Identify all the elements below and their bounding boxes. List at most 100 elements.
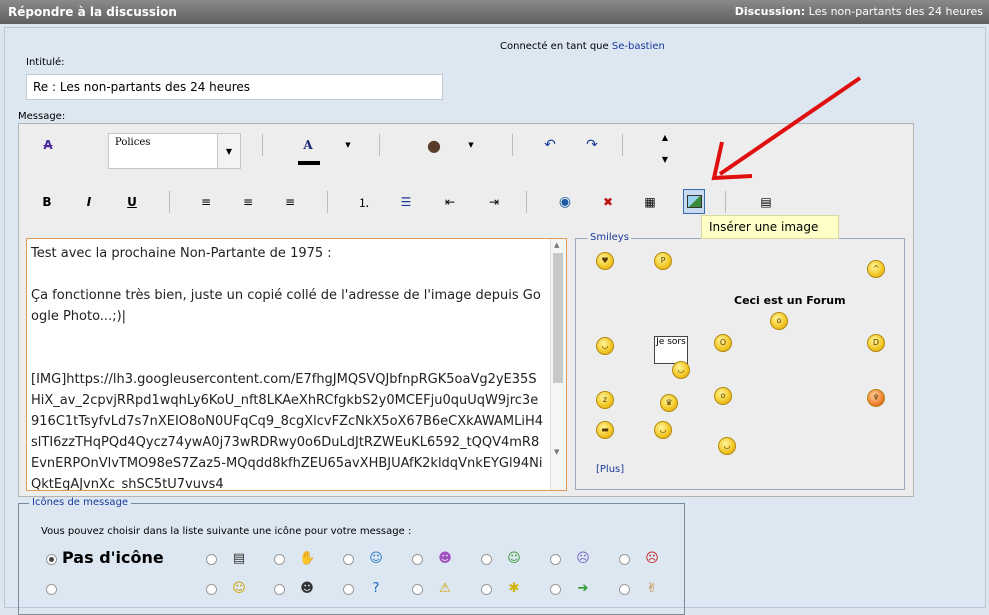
email-link-icon[interactable]: ▦ (639, 191, 661, 213)
scroll-up-icon[interactable]: ▲ (554, 241, 559, 249)
icon-radio[interactable] (481, 584, 492, 595)
align-center-icon[interactable]: ≡ (237, 191, 259, 213)
message-icons-legend: Icônes de message (29, 497, 132, 508)
underline-icon[interactable]: U (121, 191, 143, 213)
page-title: Répondre à la discussion (8, 5, 177, 19)
username-link[interactable]: Se-bastien (612, 41, 665, 52)
cool-smiley-icon[interactable]: ☻ (299, 581, 315, 597)
discussion-info: Discussion: Les non-partants des 24 heur… (735, 5, 983, 18)
discussion-title: Les non-partants des 24 heures (808, 5, 983, 18)
smileys-panel: Smileys ♥ P ^ Ceci est un Forum o ◡ Je s… (575, 232, 905, 490)
message-label: Message: (18, 111, 66, 122)
shock-smiley-icon[interactable]: O (714, 334, 732, 352)
icon-radio[interactable] (619, 584, 630, 595)
smile-smiley-icon[interactable]: ◡ (596, 337, 614, 355)
pipe-smiley-icon[interactable]: ◡ (718, 437, 736, 455)
divider (379, 134, 380, 156)
remove-link-icon[interactable]: ✖ (597, 191, 619, 213)
no-icon-radio[interactable] (46, 554, 57, 565)
divider (622, 134, 623, 156)
angry-smiley-icon[interactable]: ☹ (644, 551, 660, 567)
italic-icon[interactable]: I (78, 191, 100, 213)
warning-icon[interactable]: ⚠ (437, 581, 453, 597)
insert-image-button[interactable] (683, 189, 705, 214)
no-icon-label: Pas d'icône (62, 548, 164, 567)
icon-radio[interactable] (343, 554, 354, 565)
icon-radio[interactable] (481, 554, 492, 565)
icon-radio[interactable] (412, 554, 423, 565)
thumbs-up-icon[interactable]: ✌ (644, 581, 660, 597)
image-icon (686, 195, 702, 208)
love-smiley-icon[interactable]: ♥ (596, 252, 614, 270)
align-right-icon[interactable]: ≡ (279, 191, 301, 213)
lightbulb-icon[interactable]: ✱ (506, 581, 522, 597)
redo-icon[interactable]: ↷ (581, 134, 603, 156)
arrow-right-icon[interactable]: ➔ (575, 581, 591, 597)
blush-smiley-icon[interactable]: o (714, 387, 732, 405)
forum-smiley-text[interactable]: Ceci est un Forum (734, 294, 846, 307)
remove-format-icon[interactable]: A (37, 134, 59, 156)
icon-radio[interactable] (46, 584, 57, 595)
icon-radio[interactable] (206, 584, 217, 595)
smiley-picker-icon[interactable]: ● (423, 134, 445, 156)
sad-smiley-icon[interactable]: ☹ (575, 551, 591, 567)
icon-radio[interactable] (274, 554, 285, 565)
indent-icon[interactable]: ⇥ (483, 191, 505, 213)
font-color-dropdown-icon[interactable]: ▼ (337, 134, 359, 156)
bold-icon[interactable]: B (36, 191, 58, 213)
message-textarea[interactable]: Test avec la prochaine Non-Partante de 1… (26, 238, 567, 491)
question-icon[interactable]: ? (368, 581, 384, 597)
icon-radio[interactable] (619, 554, 630, 565)
wink-smiley-icon[interactable]: ☺ (368, 551, 384, 567)
font-color-swatch (298, 161, 320, 165)
grin-smiley-icon[interactable]: D (867, 334, 885, 352)
resize-up-icon[interactable]: ▲ (654, 130, 676, 144)
sleepy-smiley-icon[interactable]: z (596, 391, 614, 409)
quote-icon[interactable]: ▤ (755, 191, 777, 213)
tongue-smiley-icon[interactable]: P (654, 252, 672, 270)
title-label: Intitulé: (26, 57, 65, 68)
ordered-list-icon[interactable]: ⒈ (353, 191, 375, 213)
thumbs-down-icon[interactable]: ✋ (299, 551, 315, 567)
happy-smiley-icon[interactable]: ◡ (654, 421, 672, 439)
icon-radio[interactable] (343, 584, 354, 595)
divider (169, 191, 170, 213)
icon-radio[interactable] (206, 554, 217, 565)
title-input[interactable]: Re : Les non-partants des 24 heures (26, 74, 443, 100)
undo-icon[interactable]: ↶ (539, 134, 561, 156)
divider (725, 191, 726, 213)
font-select[interactable]: Polices ▼ (108, 133, 241, 169)
align-left-icon[interactable]: ≡ (195, 191, 217, 213)
scroll-down-icon[interactable]: ▼ (554, 448, 559, 456)
icon-radio[interactable] (274, 584, 285, 595)
sunglasses-smiley-icon[interactable]: ▬ (596, 421, 614, 439)
message-icons-instruction: Vous pouvez choisir dans la liste suivan… (41, 526, 412, 537)
divider (512, 134, 513, 156)
devil-smiley-icon[interactable]: ♆ (867, 389, 885, 407)
resize-down-icon[interactable]: ▼ (654, 152, 676, 166)
grin-smiley-icon[interactable]: ☻ (437, 551, 453, 567)
insert-link-icon[interactable]: ◉ (554, 191, 576, 213)
king-smiley-icon[interactable]: ♛ (660, 394, 678, 412)
scrollbar[interactable]: ▲ ▼ (550, 239, 566, 490)
dunce-smiley-icon[interactable]: ^ (867, 260, 885, 278)
icon-radio[interactable] (550, 554, 561, 565)
bulleted-list-icon[interactable]: ☰ (395, 191, 417, 213)
scrollbar-thumb[interactable] (553, 253, 563, 383)
icon-radio[interactable] (412, 584, 423, 595)
icon-radio[interactable] (550, 584, 561, 595)
divider (262, 134, 263, 156)
outdent-icon[interactable]: ⇤ (439, 191, 461, 213)
connected-prefix: Connecté en tant que (500, 41, 609, 52)
document-icon[interactable]: ▤ (231, 551, 247, 567)
font-color-icon[interactable]: A (297, 134, 319, 156)
insert-image-tooltip: Insérer une image (701, 215, 839, 239)
smile-icon[interactable]: ☺ (231, 581, 247, 597)
sign-smiley-icon[interactable]: ◡ (672, 361, 690, 379)
forum-smiley-icon[interactable]: o (770, 312, 788, 330)
more-smileys-link[interactable]: [Plus] (596, 464, 624, 475)
teeth-smiley-icon[interactable]: ☺ (506, 551, 522, 567)
sign-smiley-text[interactable]: Je sors (654, 336, 688, 364)
smiley-dropdown-icon[interactable]: ▼ (460, 134, 482, 156)
divider (526, 191, 527, 213)
